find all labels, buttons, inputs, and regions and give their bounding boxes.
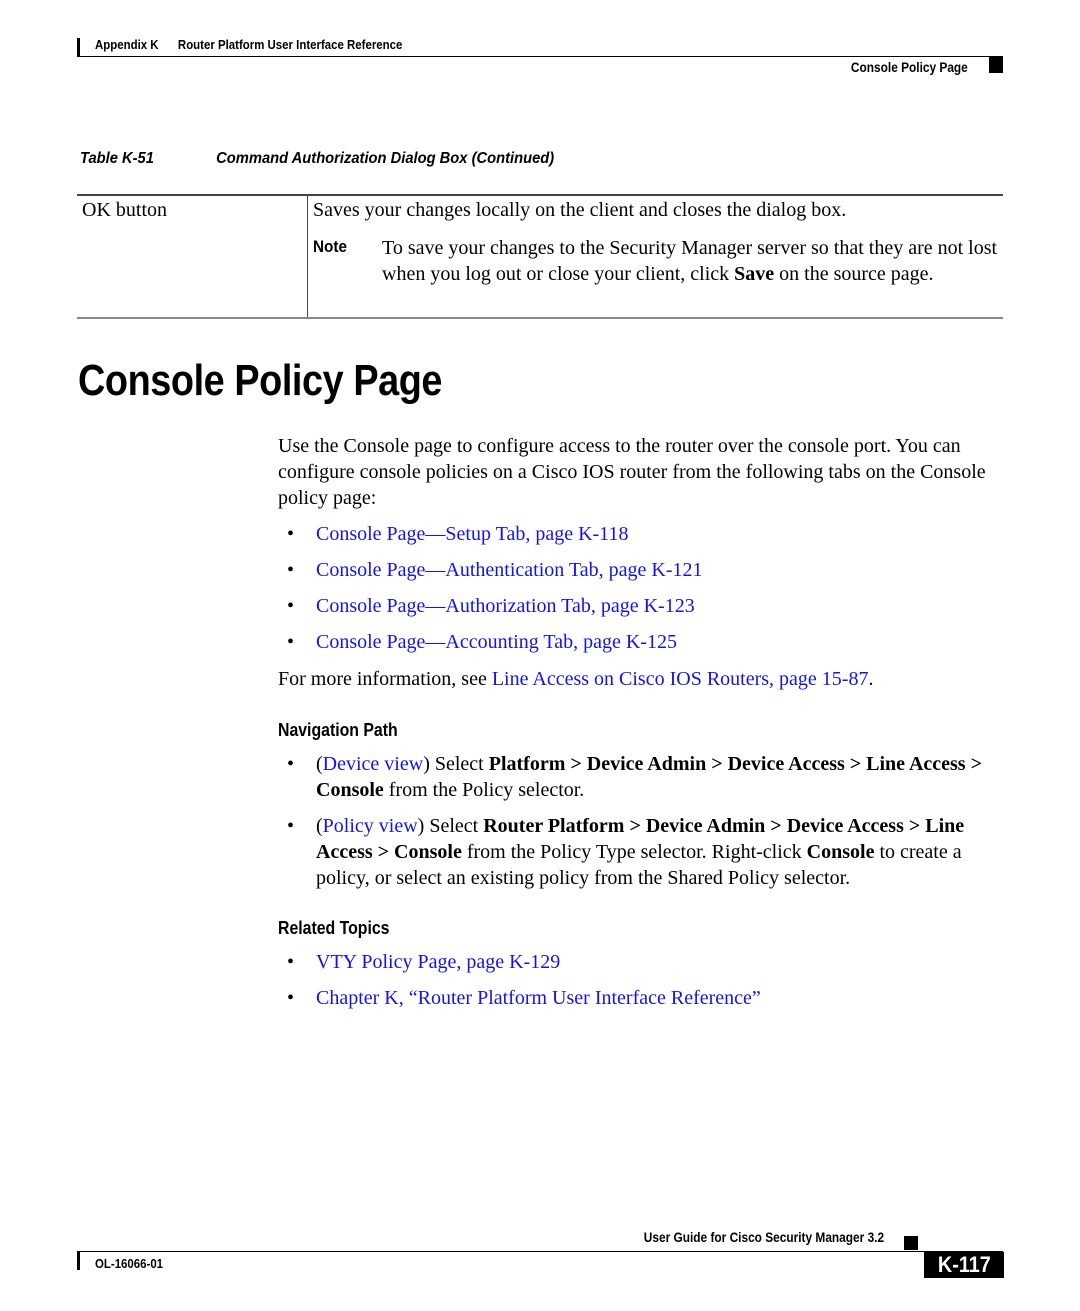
link-authorization-tab[interactable]: Console Page—Authorization Tab, page K-1… (316, 595, 695, 617)
footer-rule (77, 1251, 1003, 1252)
link-setup-tab[interactable]: Console Page—Setup Tab, page K-118 (316, 523, 628, 545)
table-title: Command Authorization Dialog Box (Contin… (216, 150, 555, 167)
related-topics-heading: Related Topics (278, 918, 390, 938)
header-rule (77, 56, 1003, 57)
chapter-title: Router Platform User Interface Reference (177, 37, 403, 52)
bullet-icon: • (287, 523, 295, 545)
table-bottom-rule (77, 317, 1003, 319)
navigation-path-list: • (Device view) Select Platform > Device … (278, 751, 1008, 901)
link-authentication-tab[interactable]: Console Page—Authentication Tab, page K-… (316, 559, 702, 581)
link-chapter-k[interactable]: Chapter K, “Router Platform User Interfa… (316, 987, 761, 1009)
section-header: Console Policy Page (851, 60, 968, 75)
page-title: Console Policy Page (78, 356, 443, 405)
table-caption: Table K-51 Command Authorization Dialog B… (80, 150, 554, 168)
intro-paragraph: Use the Console page to configure access… (278, 435, 986, 509)
note-text: To save your changes to the Security Man… (382, 237, 998, 285)
doc-number: OL-16066-01 (95, 1256, 164, 1271)
bullet-icon: • (287, 631, 295, 653)
bullet-icon: • (287, 559, 295, 581)
table-cell-description: Saves your changes locally on the client… (313, 199, 847, 221)
appendix-label: Appendix K (95, 37, 159, 52)
list-item: • (Policy view) Select Router Platform > … (287, 815, 965, 889)
header-margin-bar (77, 38, 80, 56)
table-number: Table K-51 (80, 150, 154, 167)
footer-square-marker (904, 1236, 918, 1250)
footer-margin-bar (77, 1252, 80, 1270)
bullet-icon: • (287, 951, 295, 973)
table-column-divider (307, 196, 308, 317)
link-vty-policy-page[interactable]: VTY Policy Page, page K-129 (316, 951, 560, 973)
running-header: Appendix K Router Platform User Interface… (95, 37, 402, 52)
list-item: • Console Page—Accounting Tab, page K-125 (278, 629, 1008, 655)
bullet-icon: • (287, 815, 295, 837)
tab-links-list: • Console Page—Setup Tab, page K-118 • Con… (278, 521, 1008, 665)
bullet-icon: • (287, 595, 295, 617)
more-info-paragraph: For more information, see Line Access on… (278, 668, 874, 690)
link-line-access[interactable]: Line Access on Cisco IOS Routers, page 1… (492, 668, 869, 690)
table-cell-element: OK button (82, 199, 167, 221)
bullet-icon: • (287, 753, 295, 775)
save-keyword: Save (734, 263, 775, 285)
list-item: • Console Page—Authorization Tab, page K-… (278, 593, 1008, 619)
related-topics-list: • VTY Policy Page, page K-129 • Chapter K,… (278, 949, 1008, 1021)
page-number-badge: K-117 (924, 1252, 1004, 1278)
note-label: Note (313, 237, 348, 256)
guide-title: User Guide for Cisco Security Manager 3.… (643, 1230, 884, 1245)
list-item: • Console Page—Setup Tab, page K-118 (278, 521, 1008, 547)
page-number: K-117 (937, 1252, 991, 1277)
link-device-view[interactable]: Device view (323, 753, 424, 775)
console-keyword: Console (806, 841, 875, 863)
list-item: • Chapter K, “Router Platform User Interf… (278, 985, 1008, 1011)
navigation-path-heading: Navigation Path (278, 720, 398, 740)
link-policy-view[interactable]: Policy view (323, 815, 418, 837)
bullet-icon: • (287, 987, 295, 1009)
list-item: • (Device view) Select Platform > Device … (287, 753, 982, 801)
list-item: • Console Page—Authentication Tab, page K… (278, 557, 1008, 583)
list-item: • VTY Policy Page, page K-129 (278, 949, 1008, 975)
header-square-marker (989, 57, 1003, 73)
link-accounting-tab[interactable]: Console Page—Accounting Tab, page K-125 (316, 631, 677, 653)
table-top-rule (77, 194, 1003, 196)
